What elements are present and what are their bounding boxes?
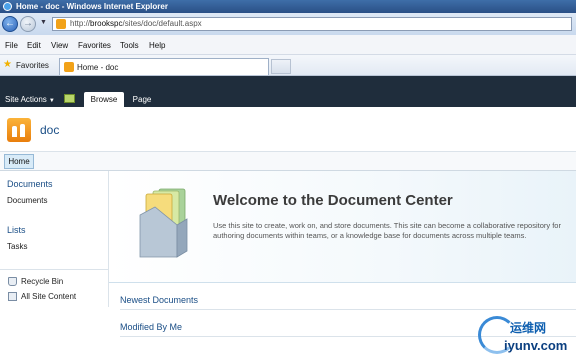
tab-browse[interactable]: Browse [84, 92, 124, 107]
watermark-domain-text: iyunv.com [504, 338, 568, 353]
site-actions-menu[interactable]: Site Actions ▼ [5, 95, 55, 104]
menu-file[interactable]: File [5, 41, 18, 50]
chevron-down-icon: ▼ [48, 98, 55, 104]
sharepoint-ribbon: Site Actions ▼ Browse Page [0, 76, 576, 107]
back-button[interactable]: ← [2, 16, 18, 32]
recycle-bin-link[interactable]: Recycle Bin [21, 277, 63, 286]
quick-launch-item-tasks[interactable]: Tasks [7, 242, 27, 251]
address-input[interactable]: http://brookspc/sites/doc/default.aspx [52, 17, 572, 31]
arrow-right-icon: → [23, 18, 33, 29]
site-header: doc [0, 107, 576, 152]
quick-launch: Documents Documents Lists Tasks Recycle … [0, 171, 109, 307]
menu-favorites[interactable]: Favorites [78, 41, 111, 50]
edit-page-icon[interactable] [64, 94, 75, 103]
page-favicon-icon [56, 19, 66, 29]
welcome-banner: Welcome to the Document Center Use this … [109, 171, 576, 283]
browser-tab-home-doc[interactable]: Home - doc [59, 58, 269, 75]
tab-page[interactable]: Page [127, 92, 157, 107]
recycle-bin-icon [8, 277, 17, 286]
favorites-star-icon[interactable]: ★ [3, 60, 12, 70]
quick-launch-item-documents[interactable]: Documents [7, 196, 47, 205]
url-prefix: http:// [70, 19, 91, 28]
favorites-bar: ★ Favorites Home - doc [0, 55, 576, 76]
url-text: http://brookspc/sites/doc/default.aspx [70, 19, 202, 28]
quick-launch-heading-documents[interactable]: Documents [7, 179, 53, 189]
favorites-button[interactable]: Favorites [16, 61, 49, 70]
address-toolbar: ← → ▼ http://brookspc/sites/doc/default.… [0, 13, 576, 35]
watermark-chinese-text: 运维网 [510, 321, 547, 335]
browser-tab-label: Home - doc [77, 63, 119, 72]
quick-launch-heading-lists[interactable]: Lists [7, 225, 26, 235]
internet-explorer-icon [3, 2, 12, 11]
window-title: Home - doc - Windows Internet Explorer [16, 2, 168, 11]
webpart-modified-by-me[interactable]: Modified By Me [120, 322, 182, 332]
recent-pages-dropdown[interactable]: ▼ [40, 19, 47, 26]
welcome-description: Use this site to create, work on, and st… [213, 221, 561, 240]
quick-launch-divider [0, 269, 109, 270]
watermark: 运维网 iyunv.com [470, 312, 576, 361]
webpart-newest-documents[interactable]: Newest Documents [120, 295, 198, 305]
site-actions-label: Site Actions [5, 95, 47, 104]
url-path: /sites/doc/default.aspx [122, 19, 202, 28]
menu-view[interactable]: View [51, 41, 68, 50]
welcome-title: Welcome to the Document Center [213, 192, 453, 209]
page-favicon-icon [64, 62, 74, 72]
new-tab-button[interactable] [271, 59, 291, 74]
menu-help[interactable]: Help [149, 41, 165, 50]
webpart-divider [120, 309, 576, 310]
arrow-left-icon: ← [5, 18, 15, 29]
forward-button[interactable]: → [20, 16, 36, 32]
site-title[interactable]: doc [40, 123, 59, 137]
menu-bar: File Edit View Favorites Tools Help [0, 35, 576, 55]
window-title-bar: Home - doc - Windows Internet Explorer [0, 0, 576, 13]
menu-edit[interactable]: Edit [27, 41, 41, 50]
document-center-icon [139, 188, 188, 258]
site-logo-icon[interactable] [7, 118, 31, 142]
all-site-content-link[interactable]: All Site Content [21, 292, 76, 301]
all-site-content-icon [8, 292, 17, 301]
menu-tools[interactable]: Tools [120, 41, 139, 50]
nav-home[interactable]: Home [4, 154, 34, 169]
url-host: brookspc [90, 19, 123, 28]
top-navigation: Home [0, 152, 576, 171]
